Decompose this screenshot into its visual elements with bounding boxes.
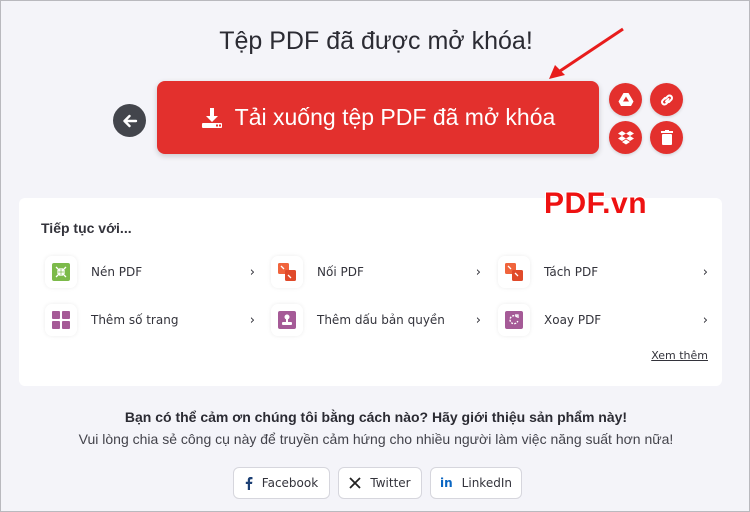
tool-label: Xoay PDF [544,313,602,327]
split-icon [505,263,523,281]
continue-heading: Tiếp tục với... [41,220,132,236]
back-button[interactable] [113,104,146,137]
share-subtext: Vui lòng chia sẻ công cụ này để truyền c… [78,431,674,447]
facebook-icon [245,476,253,490]
share-twitter-button[interactable]: Twitter [338,467,422,499]
tool-merge-pdf[interactable]: Nối PDF › [271,255,481,289]
chevron-right-icon: › [702,312,708,328]
dropbox-icon [617,131,634,145]
arrow-left-icon [122,114,137,127]
chevron-right-icon: › [702,264,708,280]
page-title: Tệp PDF đã được mở khóa! [219,27,533,55]
social-label: Facebook [261,476,319,490]
tool-split-pdf[interactable]: Tách PDF › [498,255,708,289]
tool-label: Thêm số trang [91,313,179,327]
social-label: Twitter [370,476,411,490]
tool-add-watermark[interactable]: Thêm dấu bản quyền › [271,303,481,337]
watermark-logo: PDF.vn [544,187,648,220]
link-icon [660,94,673,105]
share-linkedin-button[interactable]: in LinkedIn [430,467,522,499]
social-label: LinkedIn [461,476,512,490]
watermark-stamp-icon [278,311,296,329]
google-drive-icon [618,92,633,106]
page-numbers-icon [52,311,70,329]
continue-with-panel: Tiếp tục với... Nén PDF › Nối PDF › Tách… [19,198,722,386]
merge-icon [278,263,296,281]
chevron-right-icon: › [249,312,255,328]
delete-file-button[interactable] [650,121,683,154]
chevron-right-icon: › [475,264,481,280]
rotate-icon [505,311,523,329]
thanks-heading: Bạn có thể cảm ơn chúng tôi bằng cách nà… [124,409,628,425]
tool-label: Tách PDF [544,265,599,279]
compress-icon [52,263,70,281]
see-more-link[interactable]: Xem thêm [651,349,708,362]
annotation-arrow-icon [549,27,624,79]
tool-add-page-numbers[interactable]: Thêm số trang › [45,303,255,337]
chevron-right-icon: › [475,312,481,328]
save-to-google-drive-button[interactable] [609,83,642,116]
copy-link-button[interactable] [650,83,683,116]
tool-label: Nối PDF [317,265,364,279]
linkedin-icon: in [440,476,453,490]
tool-label: Nén PDF [91,265,143,279]
x-twitter-icon [349,477,362,489]
tool-compress-pdf[interactable]: Nén PDF › [45,255,255,289]
save-to-dropbox-button[interactable] [609,121,642,154]
trash-icon [660,130,673,145]
download-button[interactable]: Tải xuống tệp PDF đã mở khóa [157,81,599,154]
tool-rotate-pdf[interactable]: Xoay PDF › [498,303,708,337]
share-facebook-button[interactable]: Facebook [233,467,330,499]
download-icon [201,107,222,128]
tool-label: Thêm dấu bản quyền [317,313,445,327]
download-label: Tải xuống tệp PDF đã mở khóa [234,104,556,130]
chevron-right-icon: › [249,264,255,280]
